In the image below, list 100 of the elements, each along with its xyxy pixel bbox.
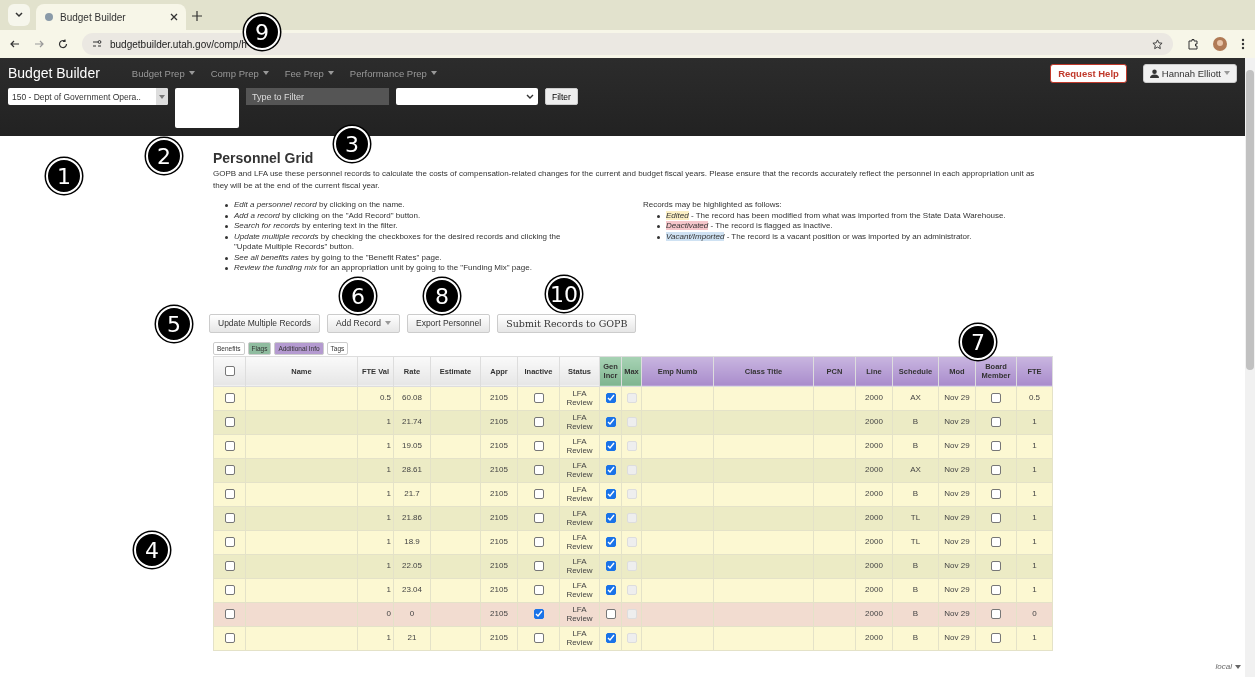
tab-list-button[interactable] [8, 4, 30, 26]
action-button[interactable]: Update Multiple Records [209, 313, 321, 333]
browser-tab[interactable]: Budget Builder [36, 4, 186, 30]
gen-incr-checkbox[interactable] [605, 441, 616, 451]
tip-item: Edit a personnel record by clicking on the name. [225, 200, 573, 211]
max-checkbox[interactable] [626, 585, 637, 595]
caret-icon [159, 94, 165, 99]
table-cell: B [892, 434, 939, 458]
reload-icon[interactable] [58, 39, 68, 49]
table-cell: 1 [357, 578, 394, 602]
table-row[interactable]: 1 21 2105 LFA Review 2000 B Nov 29 1 [213, 626, 1053, 650]
table-cell: 2105 [480, 530, 518, 554]
blank-field[interactable] [175, 88, 239, 128]
board-member-checkbox[interactable] [991, 513, 1001, 523]
filter-field[interactable]: Type to Filter [246, 88, 389, 105]
table-cell: B [892, 410, 939, 434]
board-member-checkbox[interactable] [991, 537, 1001, 547]
user-menu-button[interactable]: Hannah Elliott [1142, 63, 1237, 83]
callout-number: 4 [134, 532, 170, 568]
row-checkbox[interactable] [224, 393, 235, 403]
max-checkbox[interactable] [626, 633, 637, 643]
table-cell: Nov 29 [938, 434, 976, 458]
board-member-checkbox[interactable] [991, 633, 1001, 643]
max-checkbox[interactable] [626, 561, 637, 571]
table-cell: B [892, 482, 939, 506]
new-tab-icon[interactable] [192, 11, 202, 21]
max-checkbox[interactable] [626, 417, 637, 427]
row-checkbox[interactable] [224, 609, 235, 619]
board-member-checkbox[interactable] [991, 465, 1001, 475]
table-cell: 1 [357, 410, 394, 434]
extensions-icon[interactable] [1187, 38, 1199, 50]
site-settings-icon[interactable] [92, 39, 102, 49]
table-cell: B [892, 554, 939, 578]
table-row[interactable]: 1 21.7 2105 LFA Review 2000 B Nov 29 1 [213, 482, 1053, 506]
row-checkbox[interactable] [224, 465, 235, 475]
close-icon[interactable] [170, 13, 178, 21]
select-all-checkbox[interactable] [224, 366, 235, 376]
back-icon[interactable] [10, 39, 20, 49]
table-row[interactable]: 1 21.74 2105 LFA Review 2000 B Nov 29 1 [213, 410, 1053, 434]
gen-incr-checkbox[interactable] [605, 513, 616, 523]
action-button[interactable]: Export Personnel [406, 313, 491, 333]
gen-incr-checkbox[interactable] [605, 417, 616, 427]
table-row[interactable]: 1 19.05 2105 LFA Review 2000 B Nov 29 1 [213, 434, 1053, 458]
board-member-checkbox[interactable] [991, 609, 1001, 619]
row-checkbox[interactable] [224, 441, 235, 451]
row-checkbox[interactable] [224, 513, 235, 523]
row-checkbox[interactable] [224, 561, 235, 571]
gen-incr-checkbox[interactable] [605, 489, 616, 499]
max-checkbox[interactable] [626, 537, 637, 547]
gen-incr-checkbox[interactable] [605, 585, 616, 595]
table-row[interactable]: 1 18.9 2105 LFA Review 2000 TL Nov 29 1 [213, 530, 1053, 554]
row-checkbox[interactable] [224, 417, 235, 427]
gen-incr-checkbox[interactable] [605, 609, 616, 619]
action-button[interactable]: Add Record [327, 313, 400, 333]
nav-menu[interactable]: Performance Prep [349, 67, 437, 79]
avatar-icon[interactable] [1213, 37, 1227, 51]
max-checkbox[interactable] [626, 393, 637, 403]
nav-menu[interactable]: Comp Prep [210, 67, 269, 79]
gen-incr-checkbox[interactable] [605, 561, 616, 571]
caret-icon [188, 71, 195, 75]
table-row[interactable]: 1 23.04 2105 LFA Review 2000 B Nov 29 1 [213, 578, 1053, 602]
filter-button[interactable]: Filter [545, 88, 578, 105]
table-cell: AX [892, 386, 939, 410]
action-button[interactable]: Submit Records to GOPB [497, 313, 637, 333]
board-member-checkbox[interactable] [991, 393, 1001, 403]
gen-incr-checkbox[interactable] [605, 465, 616, 475]
max-checkbox[interactable] [626, 609, 637, 619]
table-row[interactable]: 1 28.61 2105 LFA Review 2000 AX Nov 29 1 [213, 458, 1053, 482]
request-help-button[interactable]: Request Help [1050, 63, 1127, 83]
max-checkbox[interactable] [626, 489, 637, 499]
row-checkbox[interactable] [224, 633, 235, 643]
table-cell: Nov 29 [938, 410, 976, 434]
more-icon[interactable] [1241, 38, 1245, 50]
max-checkbox[interactable] [626, 513, 637, 523]
table-row[interactable]: 0.5 60.08 2105 LFA Review 2000 AX Nov 29 0.5 [213, 386, 1053, 410]
star-icon[interactable] [1152, 38, 1163, 50]
app-brand[interactable]: Budget Builder [8, 65, 100, 81]
department-select[interactable]: 150 - Dept of Government Opera.. [8, 88, 168, 105]
forward-icon[interactable] [34, 39, 44, 49]
gen-incr-checkbox[interactable] [605, 537, 616, 547]
nav-menu[interactable]: Fee Prep [284, 67, 334, 79]
row-checkbox[interactable] [224, 489, 235, 499]
gen-incr-checkbox[interactable] [605, 393, 616, 403]
board-member-checkbox[interactable] [991, 441, 1001, 451]
row-checkbox[interactable] [224, 537, 235, 547]
table-row[interactable]: 0 0 2105 LFA Review 2000 B Nov 29 0 [213, 602, 1053, 626]
board-member-checkbox[interactable] [991, 489, 1001, 499]
max-checkbox[interactable] [626, 441, 637, 451]
board-member-checkbox[interactable] [991, 417, 1001, 427]
board-member-checkbox[interactable] [991, 585, 1001, 595]
gen-incr-checkbox[interactable] [605, 633, 616, 643]
row-checkbox[interactable] [224, 585, 235, 595]
max-checkbox[interactable] [626, 465, 637, 475]
board-member-checkbox[interactable] [991, 561, 1001, 571]
environment-label[interactable]: local [1215, 662, 1241, 671]
table-row[interactable]: 1 21.86 2105 LFA Review 2000 TL Nov 29 1 [213, 506, 1053, 530]
scrollbar-thumb[interactable] [1246, 70, 1254, 370]
table-row[interactable]: 1 22.05 2105 LFA Review 2000 B Nov 29 1 [213, 554, 1053, 578]
caret-icon [1235, 664, 1241, 669]
nav-menu[interactable]: Budget Prep [131, 67, 195, 79]
